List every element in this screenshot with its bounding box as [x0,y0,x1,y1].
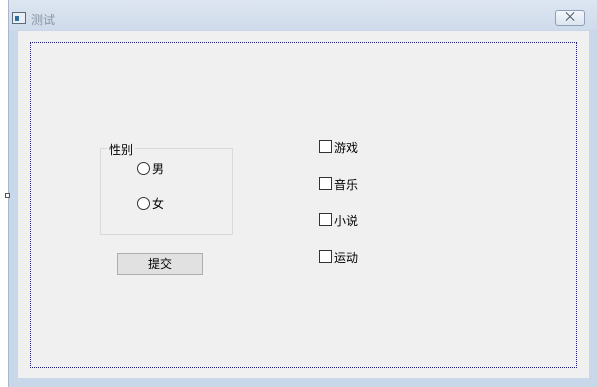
app-icon [12,12,26,24]
checkbox-music-label[interactable]: 音乐 [334,178,358,192]
radio-female-label[interactable]: 女 [152,197,164,211]
close-button[interactable]: ⨉ [555,10,585,26]
checkbox-novels-label[interactable]: 小说 [334,214,358,228]
checkbox-novels[interactable] [319,213,332,226]
title-bar [9,0,597,30]
gender-groupbox [100,148,233,235]
radio-male-label[interactable]: 男 [152,162,164,176]
checkbox-sports[interactable] [319,250,332,263]
radio-male[interactable] [137,162,150,175]
gender-groupbox-title: 性别 [107,141,136,158]
close-icon: ⨉ [565,10,575,24]
submit-button[interactable]: 提交 [117,253,203,275]
checkbox-music[interactable] [319,177,332,190]
radio-female[interactable] [137,197,150,210]
checkbox-sports-label[interactable]: 运动 [334,251,358,265]
window-title: 测试 [31,13,56,27]
checkbox-games[interactable] [319,140,332,153]
checkbox-games-label[interactable]: 游戏 [334,141,358,155]
resize-handle[interactable] [5,193,10,198]
